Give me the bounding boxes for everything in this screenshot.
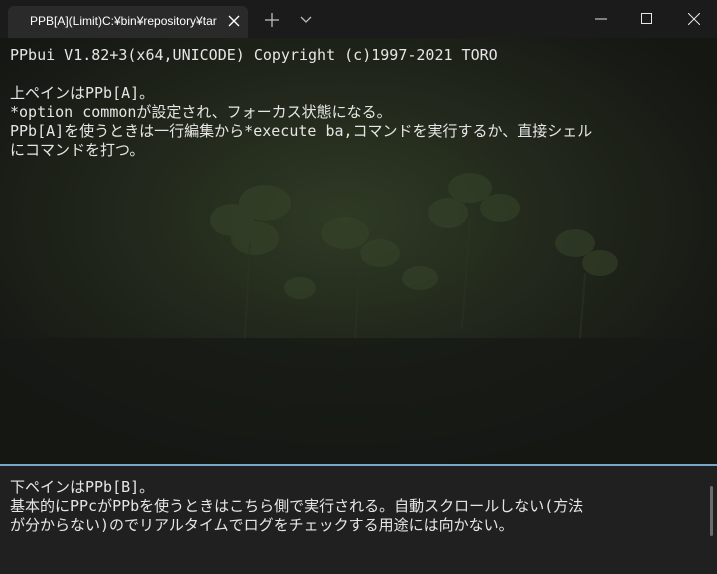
output-line: PPbui V1.82+3(x64,UNICODE) Copyright (c)…	[10, 46, 498, 64]
output-line: 下ペインはPPb[B]。	[10, 478, 155, 496]
title-bar[interactable]: PPB[A](Limit)C:¥bin¥repository¥tar	[0, 0, 717, 38]
terminal-window: PPB[A](Limit)C:¥bin¥repository¥tar PPbui…	[0, 0, 717, 574]
upper-pane-output: PPbui V1.82+3(x64,UNICODE) Copyright (c)…	[10, 46, 592, 160]
upper-pane[interactable]: PPbui V1.82+3(x64,UNICODE) Copyright (c)…	[0, 38, 717, 464]
output-line: 上ペインはPPb[A]。	[10, 84, 155, 102]
scrollbar[interactable]	[710, 486, 713, 536]
minimize-button[interactable]	[578, 0, 624, 38]
new-tab-plus-icon[interactable]	[260, 9, 284, 31]
tab-close-icon[interactable]	[226, 13, 242, 29]
output-line: 基本的にPPcがPPbを使うときはこちら側で実行される。自動スクロールしない(方…	[10, 497, 584, 515]
output-line: *option commonが設定され、フォーカス状態になる。	[10, 103, 392, 121]
lower-pane[interactable]: 下ペインはPPb[B]。 基本的にPPcがPPbを使うときはこちら側で実行される。…	[0, 466, 717, 574]
tab-title: PPB[A](Limit)C:¥bin¥repository¥tar	[30, 14, 217, 28]
chevron-down-icon[interactable]	[294, 9, 318, 31]
lower-pane-output: 下ペインはPPb[B]。 基本的にPPcがPPbを使うときはこちら側で実行される。…	[10, 478, 583, 535]
close-icon	[688, 13, 700, 25]
tab-active[interactable]: PPB[A](Limit)C:¥bin¥repository¥tar	[8, 6, 248, 38]
output-line: にコマンドを打つ。	[10, 141, 145, 159]
maximize-button[interactable]	[624, 0, 670, 38]
output-line: PPb[A]を使うときは一行編集から*execute ba,コマンドを実行するか…	[10, 122, 593, 140]
close-button[interactable]	[671, 0, 717, 38]
maximize-icon	[641, 13, 652, 24]
output-line: が分からない)のでリアルタイムでログをチェックする用途には向かない。	[10, 516, 514, 534]
minimize-icon	[595, 18, 607, 20]
